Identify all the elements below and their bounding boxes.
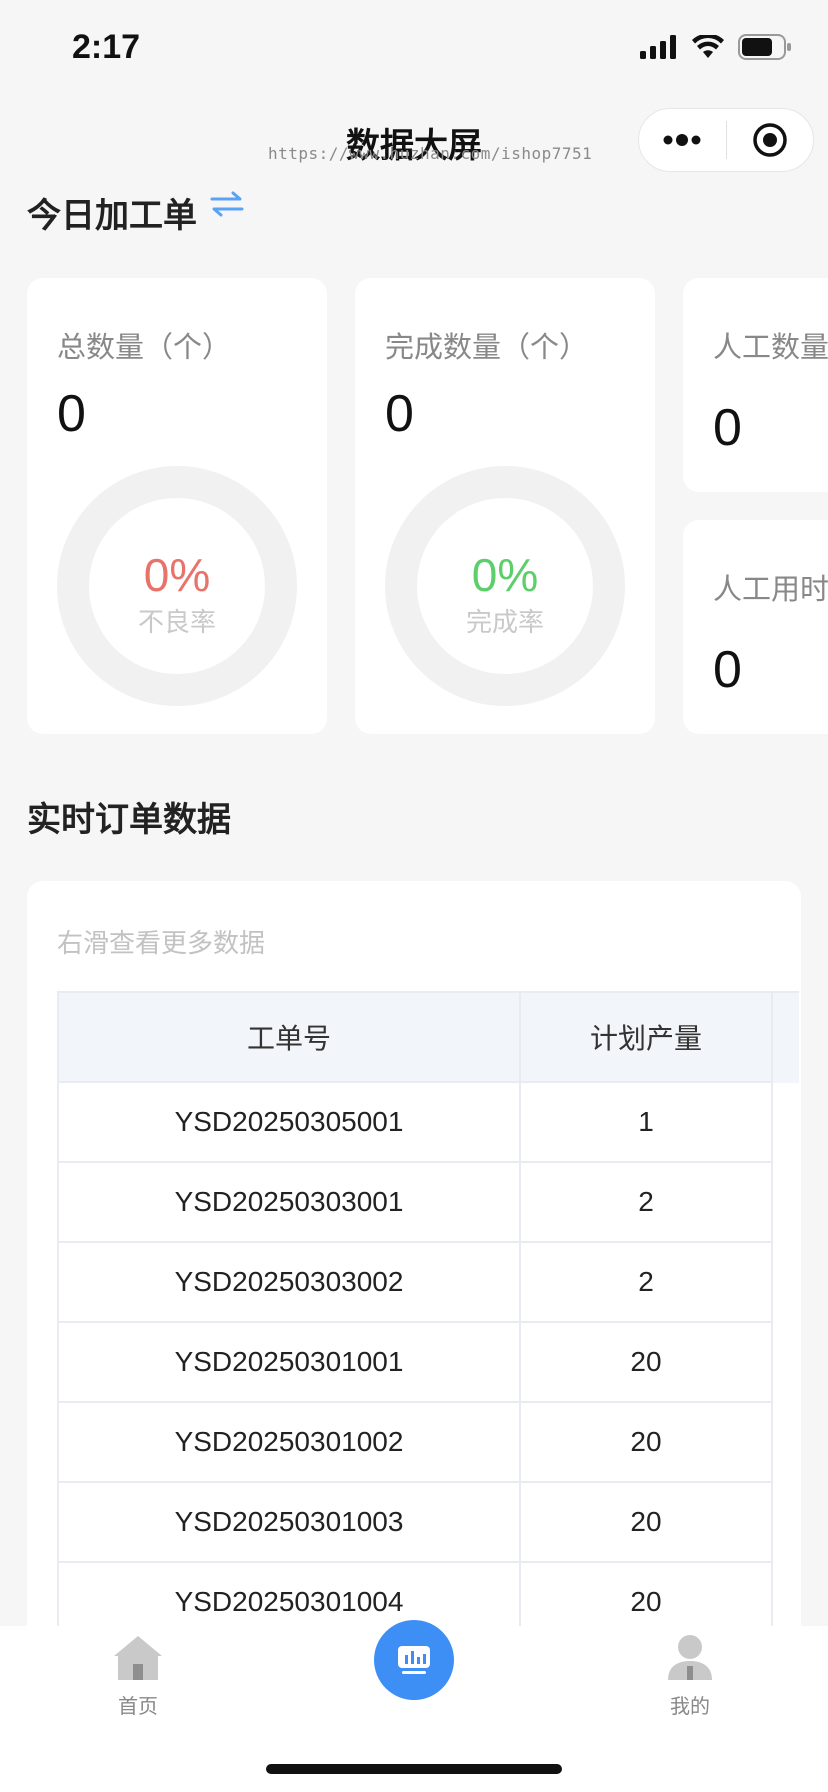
stat-card-total: 总数量（个） 0 0% 不良率 — [27, 278, 327, 734]
table-row[interactable]: YSD20250303001 2 — [59, 1163, 799, 1243]
scroll-hint: 右滑查看更多数据 — [57, 929, 266, 959]
cell-order-no: YSD20250303002 — [59, 1243, 521, 1323]
section-title-orders: 实时订单数据 — [27, 800, 231, 840]
cell-order-no: YSD20250303001 — [59, 1163, 521, 1243]
stat-label: 人工用时 — [713, 572, 828, 606]
stat-card-manual-count: 人工数量 0 — [683, 278, 828, 492]
tab-mine[interactable]: 我的 — [630, 1634, 750, 1719]
tab-mine-label: 我的 — [670, 1694, 710, 1718]
stat-card-manual-time: 人工用时 0 — [683, 520, 828, 734]
ring-gauge-completion: 0% 完成率 — [385, 466, 625, 706]
cell-order-no: YSD20250301001 — [59, 1323, 521, 1403]
cell-planned-output: 20 — [521, 1483, 773, 1563]
stat-label: 人工数量 — [713, 330, 828, 364]
tab-home[interactable]: 首页 — [78, 1634, 198, 1719]
tab-data-screen[interactable] — [374, 1620, 454, 1700]
ring-percent: 0% — [143, 549, 211, 601]
stat-value: 0 — [713, 641, 742, 699]
ring-label: 完成率 — [465, 608, 544, 638]
chart-screen-icon — [398, 1646, 430, 1674]
cell-planned-output: 20 — [521, 1323, 773, 1403]
cell-planned-output: 2 — [521, 1163, 773, 1243]
column-header-planned-output: 计划产量 — [521, 993, 773, 1083]
cell-planned-output: 1 — [521, 1083, 773, 1163]
miniprogram-capsule — [638, 108, 814, 172]
table-row[interactable]: YSD20250303002 2 — [59, 1243, 799, 1323]
ring-label: 不良率 — [137, 608, 216, 638]
tab-home-label: 首页 — [118, 1694, 158, 1718]
table-row[interactable]: YSD20250305001 1 — [59, 1083, 799, 1163]
stat-value: 0 — [57, 385, 86, 443]
cell-planned-output: 2 — [521, 1243, 773, 1323]
close-button[interactable] — [727, 109, 814, 171]
signal-icon — [640, 35, 676, 59]
cell-order-no: YSD20250301002 — [59, 1403, 521, 1483]
status-icons — [640, 34, 792, 60]
section-title-today: 今日加工单 — [27, 196, 197, 236]
swap-icon[interactable] — [210, 190, 244, 218]
battery-icon — [738, 34, 791, 60]
more-dots-icon — [663, 134, 701, 146]
table-row[interactable]: YSD20250301002 20 — [59, 1403, 799, 1483]
table-row[interactable]: YSD20250301001 20 — [59, 1323, 799, 1403]
user-icon — [668, 1635, 712, 1680]
orders-table[interactable]: 工单号 计划产量 YSD20250305001 1 YSD20250303001… — [57, 991, 799, 1641]
home-icon — [114, 1636, 162, 1680]
ring-gauge-defect: 0% 不良率 — [57, 466, 297, 706]
column-header-order-no: 工单号 — [59, 993, 521, 1083]
stat-label: 总数量（个） — [57, 330, 232, 364]
table-row[interactable]: YSD20250301003 20 — [59, 1483, 799, 1563]
target-close-icon — [753, 123, 787, 157]
stat-label: 完成数量（个） — [385, 330, 589, 364]
cell-order-no: YSD20250305001 — [59, 1083, 521, 1163]
table-header-row: 工单号 计划产量 — [59, 993, 799, 1083]
ring-percent: 0% — [471, 549, 539, 601]
stat-card-done: 完成数量（个） 0 0% 完成率 — [355, 278, 655, 734]
status-time: 2:17 — [72, 28, 141, 66]
watermark-text: https://www.huzhan.com/ishop7751 — [268, 144, 593, 163]
more-button[interactable] — [639, 109, 726, 171]
wifi-icon — [692, 35, 724, 58]
stat-value: 0 — [713, 399, 742, 457]
status-bar: 2:17 — [0, 0, 828, 96]
home-indicator — [266, 1764, 562, 1774]
stat-value: 0 — [385, 385, 414, 443]
cell-planned-output: 20 — [521, 1403, 773, 1483]
orders-table-card[interactable]: 右滑查看更多数据 工单号 计划产量 YSD20250305001 1 YSD20… — [27, 881, 801, 1641]
cell-order-no: YSD20250301003 — [59, 1483, 521, 1563]
